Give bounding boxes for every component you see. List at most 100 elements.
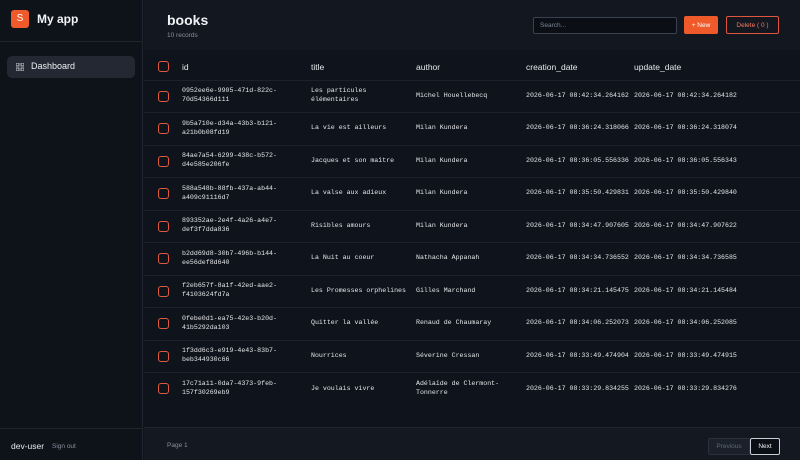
table-body: 0952ee6e-9905-471d-822c-70d54366d111 Les …	[144, 80, 800, 405]
update-date-cell: 2026-06-17 08:35:50.429840	[634, 189, 737, 197]
column-header-creation-date[interactable]: creation_date	[526, 54, 634, 80]
record-count: 10 records	[167, 32, 198, 39]
table-header-row: id title author creation_date update_dat…	[144, 54, 800, 80]
table-row[interactable]: 893352ae-2e4f-4a26-a4e7-def3f7dda836 Risi…	[144, 210, 800, 243]
column-header-id[interactable]: id	[182, 54, 311, 80]
title-cell: Jacques et son maître	[311, 156, 395, 164]
select-all-checkbox[interactable]	[157, 61, 169, 73]
creation-date-cell: 2026-06-17 08:33:49.474904	[526, 351, 629, 359]
row-select-cell	[144, 80, 182, 113]
id-cell: f2eb657f-8a1f-42ed-aae2-f4103624fd7a	[182, 282, 277, 299]
update-date-cell: 2026-06-17 08:33:29.834276	[634, 384, 737, 392]
table-row[interactable]: 588a548b-88fb-437a-ab44-a409c91116d7 La v…	[144, 177, 800, 211]
title-cell: Risibles amours	[311, 221, 371, 229]
row-checkbox[interactable]	[157, 188, 169, 200]
grid-icon	[16, 63, 24, 71]
author-cell: Renaud de Chaumaray	[416, 319, 492, 327]
row-select-cell	[144, 308, 182, 341]
title-cell: La vie est ailleurs	[311, 124, 387, 132]
author-cell: Milan Kundera	[416, 221, 468, 229]
sidebar: S My app Dashboard dev-user Sign out	[0, 0, 143, 460]
table-row[interactable]: b2dd69d8-30b7-496b-b144-ee56def8d640 La N…	[144, 242, 800, 276]
next-button[interactable]: Next	[750, 438, 780, 455]
row-checkbox[interactable]	[157, 318, 169, 330]
title-cell: Nourrices	[311, 351, 347, 359]
previous-button[interactable]: Previous	[708, 438, 750, 455]
title-cell: Quitter la vallée	[311, 319, 379, 327]
title-cell: La valse aux adieux	[311, 189, 387, 197]
author-cell: Adélaïde de Clermont-Tonnerre	[416, 380, 500, 396]
row-select-cell	[144, 275, 182, 308]
creation-date-cell: 2026-06-17 08:34:21.145475	[526, 286, 629, 294]
page-title: books	[167, 12, 209, 28]
pagination-bar: Page 1 Previous Next	[144, 427, 800, 460]
creation-date-cell: 2026-06-17 08:34:06.252073	[526, 319, 629, 327]
new-button[interactable]: + New	[684, 16, 718, 34]
id-cell: 17c71a11-0da7-4373-9feb-157f30269eb9	[182, 380, 277, 396]
id-cell: 84ae7a54-6299-438c-b572-d4e585e206fe	[182, 152, 277, 169]
table-row[interactable]: 1f3dd6c3-e919-4e43-83b7-beb344930c66 Nour…	[144, 340, 800, 373]
update-date-cell: 2026-06-17 08:36:24.318074	[634, 124, 737, 132]
update-date-cell: 2026-06-17 08:33:49.474915	[634, 351, 737, 359]
brand: S My app	[0, 0, 143, 42]
user-name: dev-user	[11, 441, 45, 451]
signout-link[interactable]: Sign out	[52, 443, 76, 450]
id-cell: 0952ee6e-9905-471d-822c-70d54366d111	[182, 87, 277, 104]
creation-date-cell: 2026-06-17 08:36:24.318066	[526, 124, 629, 132]
update-date-cell: 2026-06-17 08:34:21.145484	[634, 286, 737, 294]
sidebar-item-label: Dashboard	[31, 61, 76, 71]
table-row[interactable]: 9b5a710e-d34a-43b3-b121-a21b0b08fd19 La v…	[144, 112, 800, 145]
row-select-cell	[144, 373, 182, 406]
records-table-area: id title author creation_date update_dat…	[144, 50, 800, 427]
row-checkbox[interactable]	[157, 285, 169, 297]
creation-date-cell: 2026-06-17 08:36:05.556336	[526, 156, 629, 164]
update-date-cell: 2026-06-17 08:34:06.252085	[634, 319, 737, 327]
author-cell: Séverine Cressan	[416, 351, 480, 359]
page-indicator: Page 1	[167, 442, 188, 449]
sidebar-item-dashboard[interactable]: Dashboard	[7, 56, 135, 78]
table-row[interactable]: 17c71a11-0da7-4373-9feb-157f30269eb9 Je v…	[144, 372, 800, 406]
row-select-cell	[144, 178, 182, 211]
column-header-update-date[interactable]: update_date	[634, 54, 800, 80]
update-date-cell: 2026-06-17 08:34:34.736585	[634, 254, 737, 262]
creation-date-cell: 2026-06-17 08:42:34.264162	[526, 91, 629, 99]
row-checkbox[interactable]	[157, 90, 169, 102]
search-input[interactable]	[533, 17, 677, 34]
update-date-cell: 2026-06-17 08:36:05.556343	[634, 156, 737, 164]
row-checkbox[interactable]	[157, 350, 169, 362]
author-cell: Milan Kundera	[416, 124, 468, 132]
row-select-cell	[144, 340, 182, 373]
id-cell: b2dd69d8-30b7-496b-b144-ee56def8d640	[182, 249, 277, 266]
page-header: books 10 records + New Delete ( 0 )	[144, 0, 800, 50]
creation-date-cell: 2026-06-17 08:33:29.834255	[526, 384, 629, 392]
id-cell: 9b5a710e-d34a-43b3-b121-a21b0b08fd19	[182, 119, 277, 136]
update-date-cell: 2026-06-17 08:42:34.264182	[634, 91, 737, 99]
id-cell: 0febe0d1-ea75-42e3-b20d-41b5292da103	[182, 314, 277, 331]
row-select-cell	[144, 210, 182, 243]
table-row[interactable]: 0952ee6e-9905-471d-822c-70d54366d111 Les …	[144, 80, 800, 113]
author-cell: Milan Kundera	[416, 156, 468, 164]
creation-date-cell: 2026-06-17 08:34:34.736552	[526, 254, 629, 262]
row-select-cell	[144, 145, 182, 178]
select-all-cell	[144, 54, 182, 80]
column-header-author[interactable]: author	[416, 54, 526, 80]
id-cell: 588a548b-88fb-437a-ab44-a409c91116d7	[182, 184, 277, 201]
creation-date-cell: 2026-06-17 08:34:47.907605	[526, 221, 629, 229]
delete-button[interactable]: Delete ( 0 )	[726, 16, 779, 34]
column-header-title[interactable]: title	[311, 54, 416, 80]
id-cell: 893352ae-2e4f-4a26-a4e7-def3f7dda836	[182, 217, 277, 234]
title-cell: Je voulais vivre	[311, 384, 375, 392]
table-row[interactable]: 84ae7a54-6299-438c-b572-d4e585e206fe Jacq…	[144, 145, 800, 178]
sidebar-footer: dev-user Sign out	[0, 428, 143, 460]
table-row[interactable]: 0febe0d1-ea75-42e3-b20d-41b5292da103 Quit…	[144, 307, 800, 341]
author-cell: Gilles Marchand	[416, 286, 476, 294]
creation-date-cell: 2026-06-17 08:35:50.429831	[526, 189, 629, 197]
table-row[interactable]: f2eb657f-8a1f-42ed-aae2-f4103624fd7a Les …	[144, 275, 800, 308]
row-checkbox[interactable]	[157, 155, 169, 167]
row-checkbox[interactable]	[157, 220, 169, 232]
row-checkbox[interactable]	[157, 123, 169, 135]
row-checkbox[interactable]	[157, 253, 169, 265]
row-checkbox[interactable]	[157, 383, 169, 395]
row-select-cell	[144, 243, 182, 276]
title-cell: Les particules élémentaires	[311, 87, 367, 104]
